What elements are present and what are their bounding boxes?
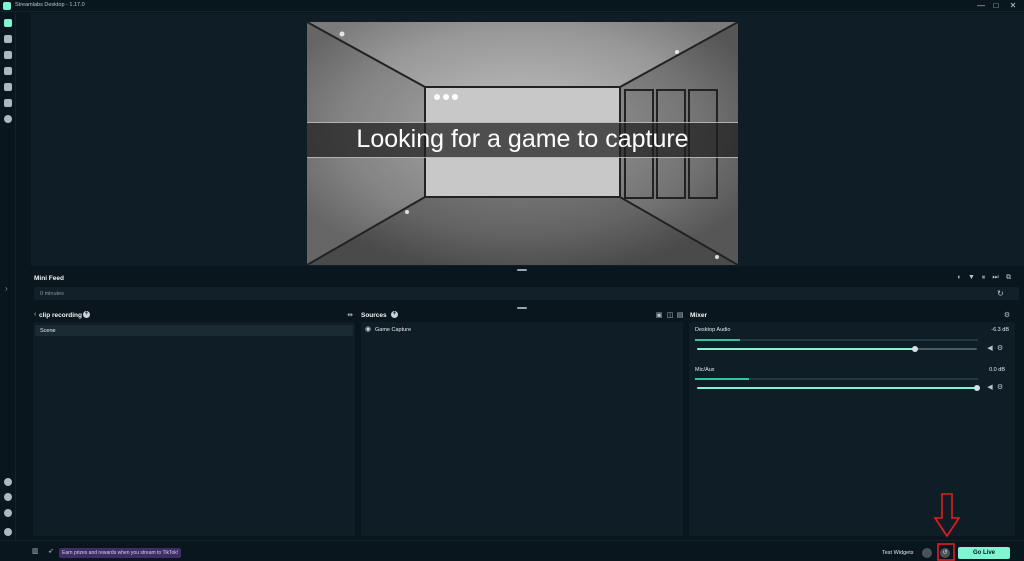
volume-meter xyxy=(695,378,978,380)
mixer-channel-name: Desktop Audio xyxy=(695,327,731,333)
volume-meter xyxy=(695,339,978,341)
gamepad-icon: ◉ xyxy=(365,326,372,333)
tiktok-icon[interactable] xyxy=(4,509,12,517)
mixer-channel-db: 0.0 dB xyxy=(989,367,1005,373)
volume-slider[interactable] xyxy=(697,346,977,352)
mini-feed-row: 0 minutes ↻ xyxy=(34,287,1019,300)
source-list: ◉ Game Capture xyxy=(361,322,683,536)
volume-meter-fill xyxy=(695,339,741,341)
settings-icon[interactable] xyxy=(4,115,12,123)
scene-item-label: Scene xyxy=(40,327,56,334)
speaker-icon[interactable]: ◀ xyxy=(986,345,994,352)
mini-feed-status: 0 minutes xyxy=(40,290,64,297)
close-button[interactable]: ✕ xyxy=(1006,1,1020,11)
add-folder-icon[interactable]: ▤ xyxy=(676,312,684,319)
speaker-icon[interactable]: ◀ xyxy=(986,384,994,391)
pause-icon[interactable]: ⏸ xyxy=(980,274,987,281)
volume-meter-fill xyxy=(695,378,749,380)
sources-title: Sources xyxy=(361,312,387,319)
source-properties-icon[interactable]: ▣ xyxy=(655,312,663,319)
mixer-settings-icon[interactable]: ⚙ xyxy=(1003,312,1011,319)
scenes-title[interactable]: clip recording xyxy=(39,312,82,319)
game-capture-placeholder: Looking for a game to capture xyxy=(307,22,738,265)
performance-stats-icon[interactable]: ▥ xyxy=(32,548,40,556)
mini-feed: Mini Feed ◐ ▼ ⏸ ⏭ ⧉ 0 minutes ↻ xyxy=(31,271,1024,304)
mixer-channel-name: Mic/Aux xyxy=(695,367,715,373)
volume-slider-knob[interactable] xyxy=(974,385,980,391)
capture-message: Looking for a game to capture xyxy=(356,125,689,153)
tools-icon[interactable] xyxy=(4,67,12,75)
mixer-title: Mixer xyxy=(690,312,707,319)
audio-mixer: Desktop Audio -6.3 dB ◀ ⚙ Mic/Aux 0.0 dB… xyxy=(689,322,1015,536)
source-filters-icon[interactable]: ◫ xyxy=(666,312,674,319)
maximize-button[interactable]: □ xyxy=(989,1,1003,11)
source-item-label[interactable]: Game Capture xyxy=(375,327,411,333)
scene-collection-chevron-icon[interactable]: ‹ xyxy=(34,311,36,318)
filter-icon[interactable]: ▼ xyxy=(968,274,975,281)
add-source-button[interactable]: + xyxy=(391,311,398,318)
popout-icon[interactable]: ⧉ xyxy=(1005,274,1012,281)
video-icon[interactable] xyxy=(4,99,12,107)
volume-slider[interactable] xyxy=(697,385,980,391)
side-navigation: › xyxy=(0,13,16,561)
window-title: Streamlabs Desktop - 1.17.0 xyxy=(15,2,85,8)
record-button[interactable] xyxy=(922,548,932,558)
skip-icon[interactable]: ⏭ xyxy=(992,274,999,281)
tiktok-icon[interactable] xyxy=(4,478,12,486)
scene-transitions-icon[interactable]: ⇹ xyxy=(346,312,354,319)
mini-feed-title: Mini Feed xyxy=(34,275,64,282)
collapse-chevron-icon[interactable]: › xyxy=(5,284,8,293)
tiktok-promo-banner[interactable]: Earn prizes and rewards when you stream … xyxy=(59,548,182,558)
feed-resize-handle[interactable] xyxy=(517,307,527,309)
layout-icon[interactable] xyxy=(4,35,12,43)
mixer-channel-db: -6.3 dB xyxy=(991,327,1009,333)
app-logo-icon xyxy=(3,2,11,10)
add-scene-button[interactable]: + xyxy=(83,311,90,318)
title-bar: Streamlabs Desktop - 1.17.0 — □ ✕ xyxy=(0,0,1024,12)
volume-slider-knob[interactable] xyxy=(912,346,919,352)
scene-list: Scene xyxy=(33,322,355,536)
tiktok-icon[interactable] xyxy=(4,493,12,501)
channel-settings-icon[interactable]: ⚙ xyxy=(996,384,1004,391)
scene-item[interactable]: Scene xyxy=(35,325,353,336)
volume-slider-fill xyxy=(697,387,977,389)
refresh-icon[interactable]: ↻ xyxy=(997,289,1004,298)
footer-bar: ▥ ➶ Earn prizes and rewards when you str… xyxy=(0,540,1024,561)
store-icon[interactable] xyxy=(4,83,12,91)
go-live-button[interactable]: Go Live xyxy=(958,547,1010,559)
theme-toggle-icon[interactable]: ◐ xyxy=(956,274,963,281)
test-widgets-label[interactable]: Test Widgets xyxy=(882,550,913,556)
help-icon[interactable] xyxy=(4,528,12,536)
minimize-button[interactable]: — xyxy=(974,1,988,11)
volume-slider-fill xyxy=(697,348,916,350)
annotation-arrow-icon xyxy=(933,493,961,561)
rocket-icon[interactable]: ➶ xyxy=(48,548,56,556)
channel-settings-icon[interactable]: ⚙ xyxy=(996,345,1004,352)
editor-icon[interactable] xyxy=(4,19,12,27)
themes-icon[interactable] xyxy=(4,51,12,59)
